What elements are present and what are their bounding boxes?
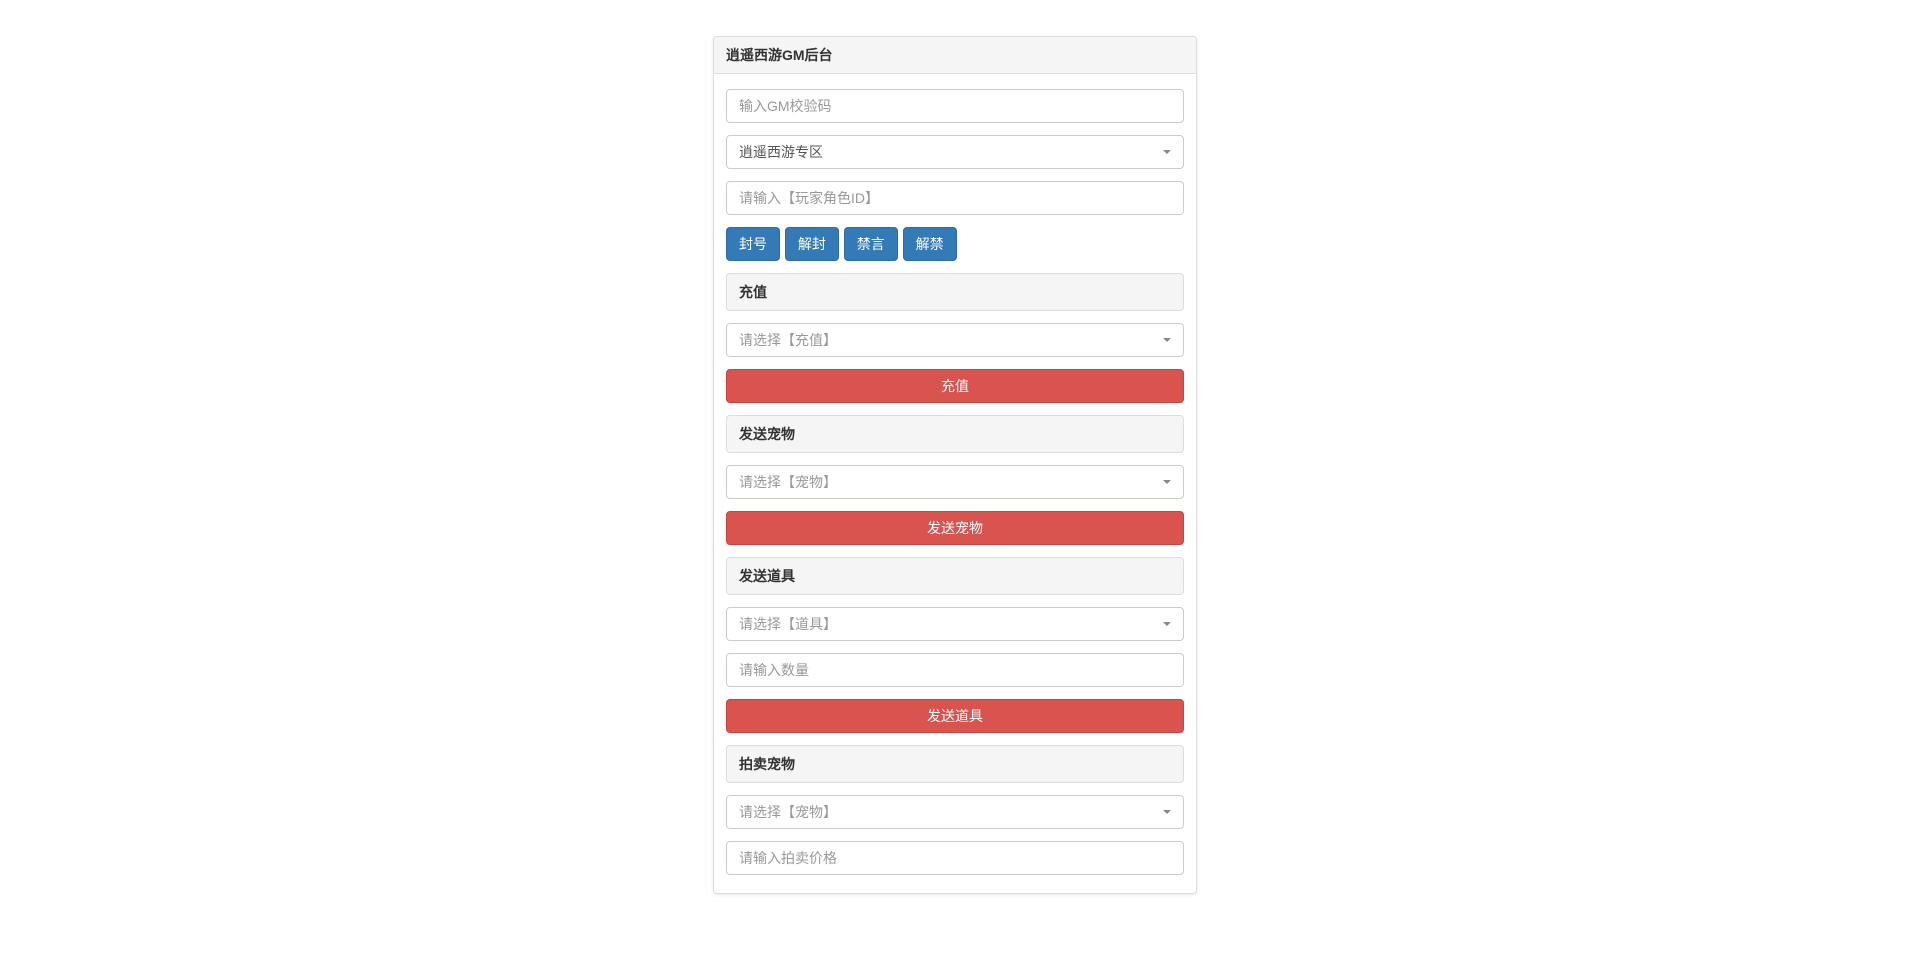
ban-button[interactable]: 封号	[726, 227, 780, 261]
send-item-select[interactable]: 请选择【道具】	[726, 607, 1184, 641]
unban-button[interactable]: 解封	[785, 227, 839, 261]
send-pet-button[interactable]: 发送宠物	[726, 511, 1184, 545]
caret-down-icon	[1163, 338, 1171, 342]
caret-down-icon	[1163, 622, 1171, 626]
send-pet-section-title: 发送宠物	[726, 415, 1184, 453]
auction-pet-select-value: 请选择【宠物】	[739, 804, 837, 820]
player-id-input[interactable]	[726, 181, 1184, 215]
auction-price-input[interactable]	[726, 841, 1184, 875]
caret-down-icon	[1163, 150, 1171, 154]
account-action-row: 封号 解封 禁言 解禁	[726, 227, 1184, 261]
server-select[interactable]: 逍遥西游专区	[726, 135, 1184, 169]
recharge-select-value: 请选择【充值】	[739, 332, 837, 348]
send-pet-select-value: 请选择【宠物】	[739, 474, 837, 490]
gm-code-input[interactable]	[726, 89, 1184, 123]
recharge-button[interactable]: 充值	[726, 369, 1184, 403]
auction-pet-section-title: 拍卖宠物	[726, 745, 1184, 783]
send-item-button[interactable]: 发送道具	[726, 699, 1184, 733]
caret-down-icon	[1163, 810, 1171, 814]
server-select-value: 逍遥西游专区	[739, 144, 823, 160]
send-item-select-value: 请选择【道具】	[739, 616, 837, 632]
send-item-section-title: 发送道具	[726, 557, 1184, 595]
panel-body: 逍遥西游专区 封号 解封 禁言 解禁 充值 请选择【充值】 充	[714, 74, 1196, 893]
mute-button[interactable]: 禁言	[844, 227, 898, 261]
recharge-section-title: 充值	[726, 273, 1184, 311]
admin-panel: 逍遥西游GM后台 逍遥西游专区 封号 解封 禁言 解禁 充值	[713, 36, 1197, 894]
caret-down-icon	[1163, 480, 1171, 484]
unmute-button[interactable]: 解禁	[903, 227, 957, 261]
auction-pet-select[interactable]: 请选择【宠物】	[726, 795, 1184, 829]
recharge-select[interactable]: 请选择【充值】	[726, 323, 1184, 357]
item-quantity-input[interactable]	[726, 653, 1184, 687]
send-pet-select[interactable]: 请选择【宠物】	[726, 465, 1184, 499]
panel-title: 逍遥西游GM后台	[714, 37, 1196, 74]
